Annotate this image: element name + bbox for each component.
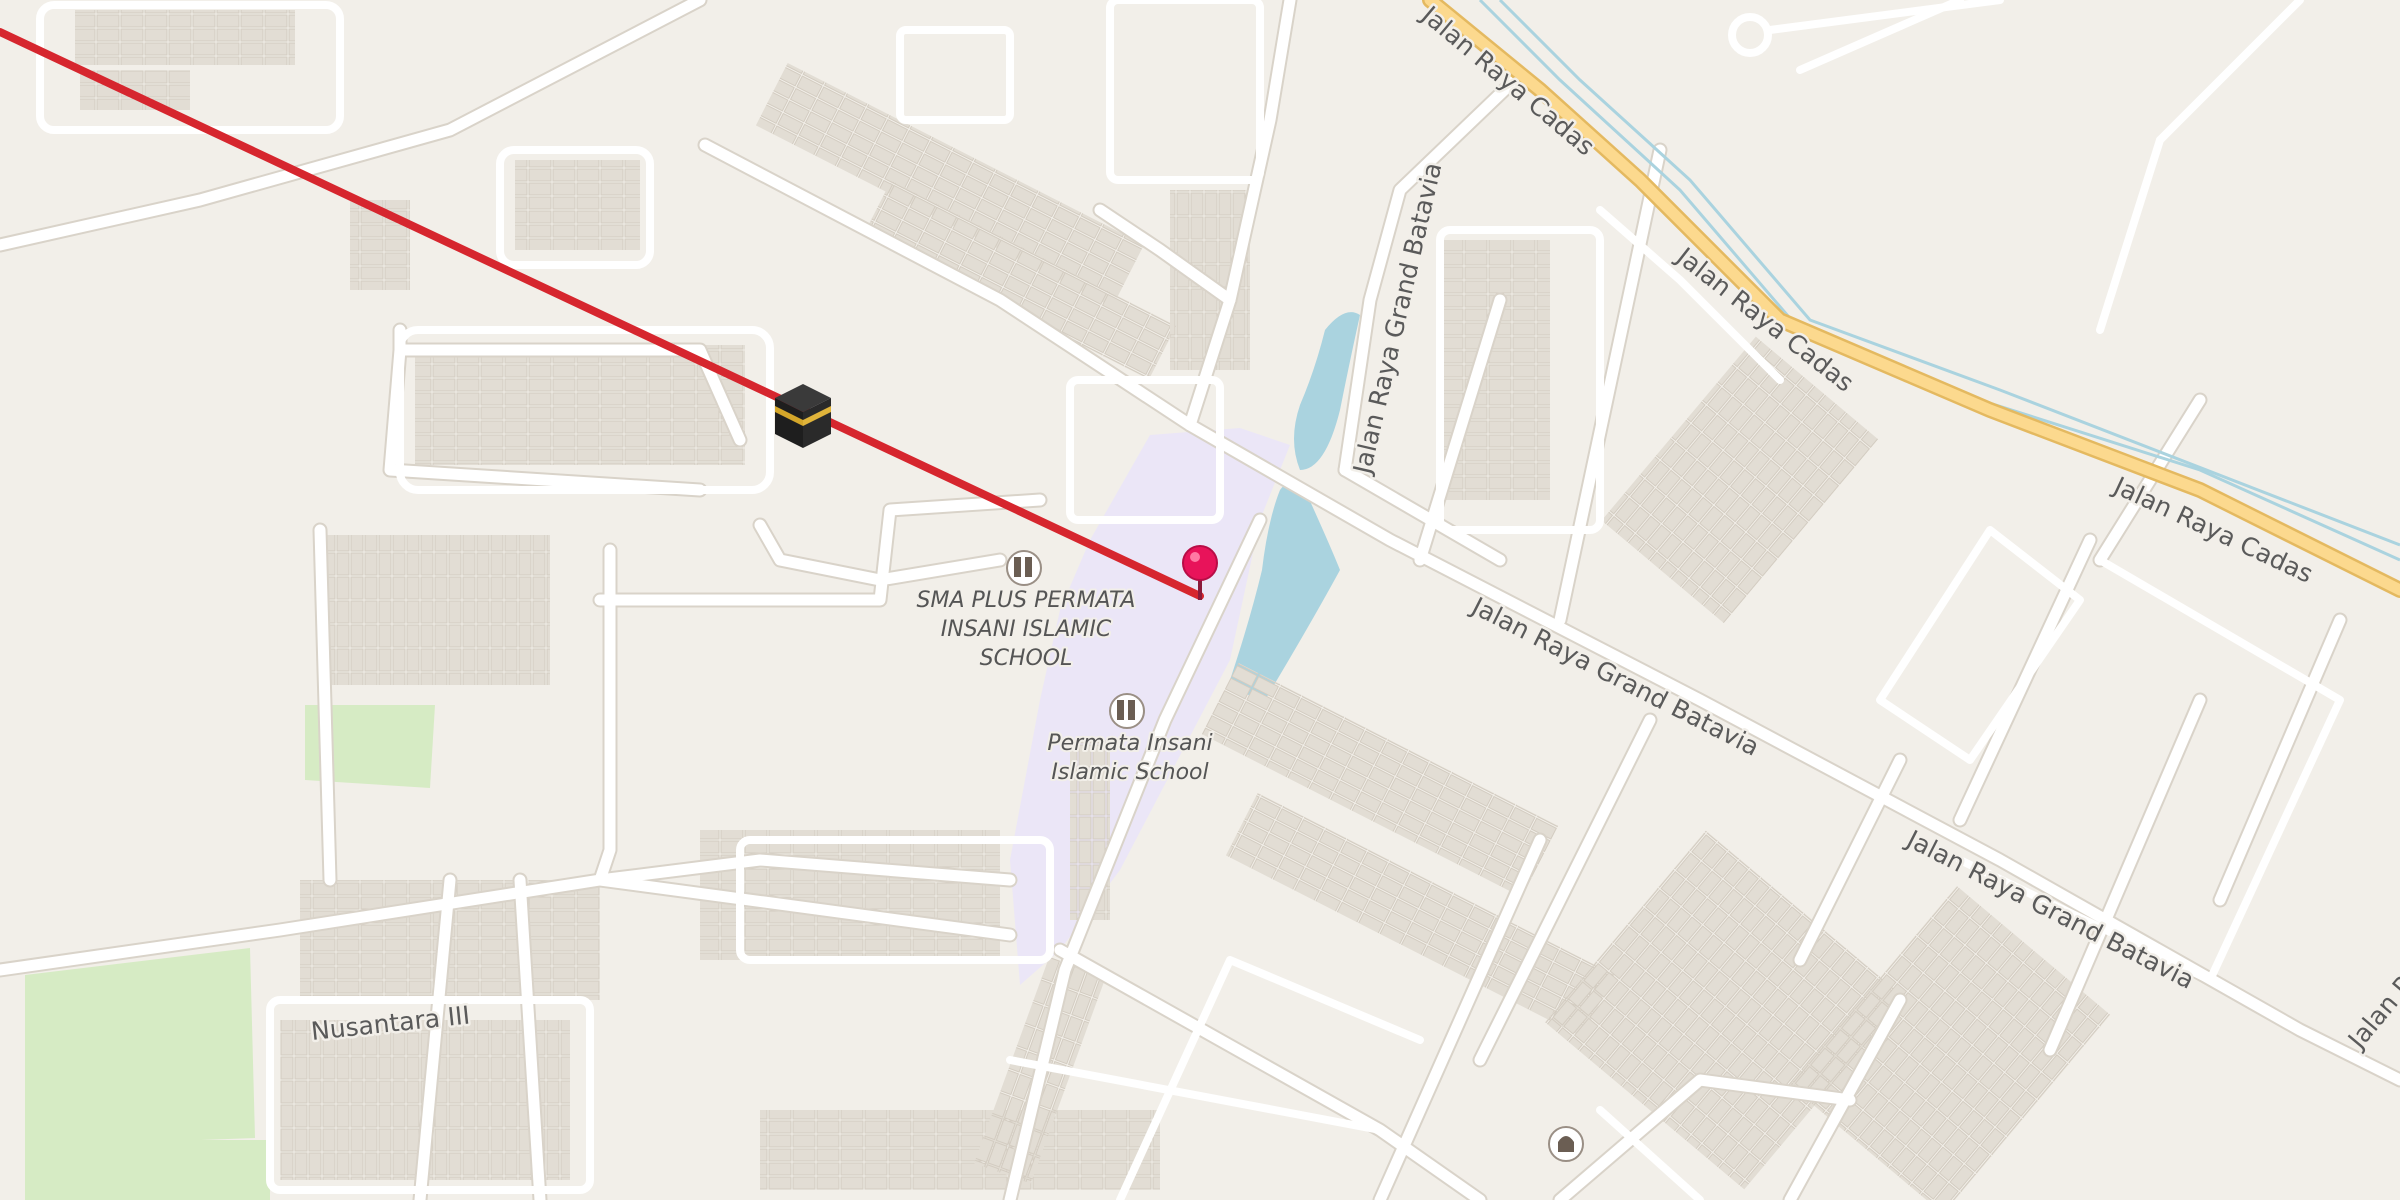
poi-label-line: SCHOOL xyxy=(980,646,1073,671)
mosque-icon xyxy=(1548,1126,1584,1162)
poi-label-line: Permata Insani xyxy=(1047,731,1212,756)
poi-mosque[interactable] xyxy=(1548,1126,1584,1162)
park-area xyxy=(25,1140,270,1200)
map-canvas[interactable]: Jalan Raya Cadas Jalan Raya Cadas Jalan … xyxy=(0,0,2400,1200)
poi-label-line: INSANI ISLAMIC xyxy=(941,617,1112,642)
school-icon xyxy=(1006,550,1042,586)
poi-label-line: Islamic School xyxy=(1051,760,1208,785)
school-icon xyxy=(1109,693,1145,729)
poi-label-line: SMA PLUS PERMATA xyxy=(917,588,1136,613)
